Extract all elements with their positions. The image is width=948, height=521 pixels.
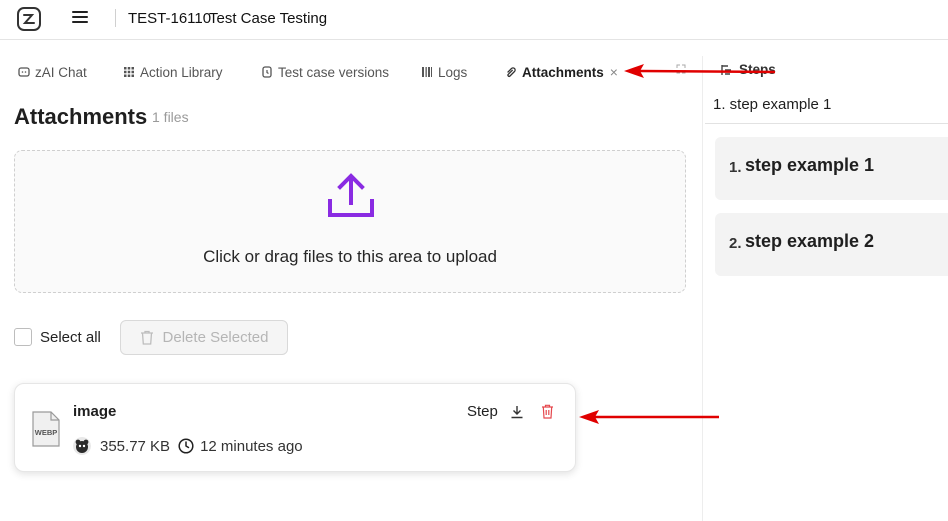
upload-icon bbox=[328, 173, 374, 217]
delete-selected-button[interactable]: Delete Selected bbox=[120, 320, 288, 355]
file-meta: 355.77 KB 12 minutes ago bbox=[73, 437, 303, 455]
selected-step[interactable]: 1. step example 1 bbox=[713, 96, 831, 113]
attachment-icon bbox=[505, 66, 517, 78]
close-tab-icon[interactable]: × bbox=[610, 64, 618, 80]
step-text: step example 1 bbox=[745, 155, 875, 175]
tab-action-library[interactable]: Action Library bbox=[123, 62, 223, 82]
upload-instructions: Click or drag files to this area to uplo… bbox=[203, 247, 497, 266]
select-all-label: Select all bbox=[40, 328, 101, 346]
clock-icon bbox=[178, 438, 194, 454]
tab-label: Logs bbox=[438, 64, 468, 80]
tab-zai-chat[interactable]: zAI Chat bbox=[18, 62, 87, 82]
delete-selected-label: Delete Selected bbox=[162, 329, 269, 346]
step-text: step example 2 bbox=[745, 231, 875, 251]
test-case-name: Test Case Testing bbox=[209, 10, 328, 27]
delete-file-icon[interactable] bbox=[541, 404, 554, 419]
annotation-arrow-card bbox=[579, 410, 719, 424]
file-card[interactable]: WEBP image 355.77 KB 12 minutes ago Step bbox=[14, 383, 576, 472]
file-size: 355.77 KB bbox=[100, 437, 171, 455]
header-divider bbox=[115, 9, 116, 27]
avatar bbox=[73, 437, 91, 455]
logs-icon bbox=[421, 66, 433, 78]
step-link[interactable]: Step bbox=[467, 403, 498, 420]
trash-icon bbox=[140, 330, 153, 345]
upload-dropzone[interactable]: Click or drag files to this area to uplo… bbox=[14, 150, 686, 293]
tab-label: Test case versions bbox=[278, 64, 390, 80]
versions-icon bbox=[261, 66, 273, 78]
page-title: Attachments bbox=[14, 104, 148, 129]
tab-logs[interactable]: Logs bbox=[421, 62, 467, 82]
tab-test-case-versions[interactable]: Test case versions bbox=[261, 62, 389, 82]
test-case-id: TEST-16110 bbox=[128, 10, 212, 27]
step-number: 2. bbox=[729, 235, 742, 252]
tab-label: Action Library bbox=[140, 64, 223, 80]
annotation-arrow-tab bbox=[624, 64, 776, 78]
file-type-label: WEBP bbox=[35, 428, 58, 437]
select-all-checkbox[interactable] bbox=[14, 328, 32, 346]
steps-divider bbox=[705, 123, 948, 124]
step-number: 1. bbox=[729, 159, 742, 176]
file-name[interactable]: image bbox=[73, 403, 116, 420]
app-logo-icon[interactable] bbox=[17, 7, 41, 31]
chat-icon bbox=[18, 66, 30, 78]
menu-icon[interactable] bbox=[72, 11, 88, 25]
file-count: 1 files bbox=[152, 109, 189, 125]
step-card[interactable]: 1. step example 1 bbox=[715, 137, 948, 200]
select-all[interactable]: Select all bbox=[14, 328, 101, 346]
top-bar: TEST-16110 Test Case Testing bbox=[0, 0, 948, 40]
file-time: 12 minutes ago bbox=[200, 437, 303, 455]
download-icon[interactable] bbox=[510, 405, 524, 419]
tab-label: zAI Chat bbox=[35, 64, 87, 80]
step-card[interactable]: 2. step example 2 bbox=[715, 213, 948, 276]
tab-attachments[interactable]: Attachments × bbox=[505, 62, 618, 82]
webp-file-icon: WEBP bbox=[32, 411, 60, 447]
tab-label: Attachments bbox=[522, 64, 604, 80]
tab-bar: zAI Chat Action Library Test case versio… bbox=[0, 56, 700, 88]
panel-divider bbox=[702, 56, 703, 521]
grid-icon bbox=[123, 66, 135, 78]
